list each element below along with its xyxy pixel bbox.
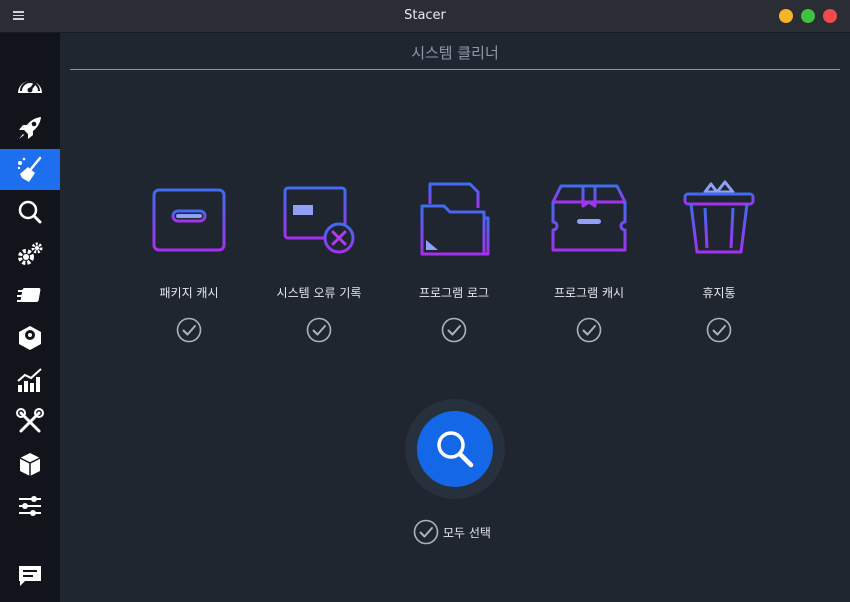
crash-reports-checkbox[interactable] bbox=[306, 317, 332, 343]
app-cache-checkbox[interactable] bbox=[576, 317, 602, 343]
window-title: Stacer bbox=[404, 8, 446, 23]
category-label: 프로그램 캐시 bbox=[553, 286, 625, 300]
sidebar-item-dashboard[interactable] bbox=[0, 65, 60, 106]
sidebar-item-tools[interactable] bbox=[0, 401, 60, 442]
system-cleaner-page: 시스템 클리너 패키지 캐시 시스템 오류 기록 프로그램 로그 프로그램 캐시… bbox=[60, 33, 850, 602]
sidebar-item-processes[interactable] bbox=[0, 275, 60, 316]
app-cache-icon bbox=[551, 184, 627, 252]
category-label: 시스템 오류 기록 bbox=[276, 286, 362, 300]
search-icon bbox=[18, 200, 42, 223]
category-crash-reports: 시스템 오류 기록 bbox=[264, 178, 374, 343]
title-bar: Stacer bbox=[0, 0, 850, 33]
gears-icon bbox=[18, 242, 43, 265]
category-app-logs: 프로그램 로그 bbox=[399, 178, 509, 343]
dashboard-gauge-icon bbox=[18, 80, 42, 93]
sidebar-item-cleaner[interactable] bbox=[0, 149, 60, 190]
sidebar-item-feedback[interactable] bbox=[0, 555, 60, 596]
sidebar-item-settings[interactable] bbox=[0, 485, 60, 526]
tools-icon bbox=[16, 407, 44, 432]
trash-checkbox[interactable] bbox=[706, 317, 732, 343]
sidebar-item-resources[interactable] bbox=[0, 359, 60, 400]
sidebar-item-uninstaller[interactable] bbox=[0, 317, 60, 358]
page-title: 시스템 클리너 bbox=[411, 44, 499, 62]
uninstaller-icon bbox=[19, 325, 41, 350]
broom-cleaner-icon bbox=[17, 156, 42, 182]
search-icon bbox=[437, 431, 474, 468]
package-icon bbox=[19, 452, 41, 476]
category-app-cache: 프로그램 캐시 bbox=[534, 178, 644, 343]
chart-icon bbox=[17, 367, 42, 392]
settings-sliders-icon bbox=[19, 495, 41, 516]
category-package-cache: 패키지 캐시 bbox=[134, 178, 244, 343]
title-divider bbox=[70, 69, 840, 70]
select-all-toggle[interactable]: 모두 선택 bbox=[413, 519, 491, 545]
scan-button[interactable] bbox=[417, 411, 493, 487]
category-label: 휴지통 bbox=[702, 286, 736, 300]
rocket-icon bbox=[19, 116, 41, 139]
maximize-button[interactable] bbox=[801, 9, 815, 23]
app-window: Stacer 시스템 클리너 패키지 캐시 시스템 오류 기록 프로그램 로그 … bbox=[0, 0, 850, 602]
category-trash: 휴지통 bbox=[664, 178, 774, 343]
package-cache-icon bbox=[152, 188, 226, 252]
trash-icon bbox=[683, 180, 755, 254]
app-logs-icon bbox=[420, 182, 490, 256]
crash-reports-icon bbox=[283, 186, 355, 254]
app-logs-checkbox[interactable] bbox=[441, 317, 467, 343]
sidebar bbox=[0, 33, 60, 602]
sidebar-item-services[interactable] bbox=[0, 233, 60, 274]
category-label: 패키지 캐시 bbox=[159, 286, 219, 300]
select-all-checkbox[interactable] bbox=[413, 519, 439, 545]
feedback-icon bbox=[19, 565, 41, 586]
sidebar-item-search[interactable] bbox=[0, 191, 60, 232]
category-label: 프로그램 로그 bbox=[418, 286, 490, 300]
sidebar-item-apt[interactable] bbox=[0, 443, 60, 484]
close-button[interactable] bbox=[823, 9, 837, 23]
minimize-button[interactable] bbox=[779, 9, 793, 23]
select-all-label: 모두 선택 bbox=[443, 525, 491, 540]
resources-icon bbox=[17, 287, 41, 302]
package-cache-checkbox[interactable] bbox=[176, 317, 202, 343]
sidebar-item-startup[interactable] bbox=[0, 107, 60, 148]
